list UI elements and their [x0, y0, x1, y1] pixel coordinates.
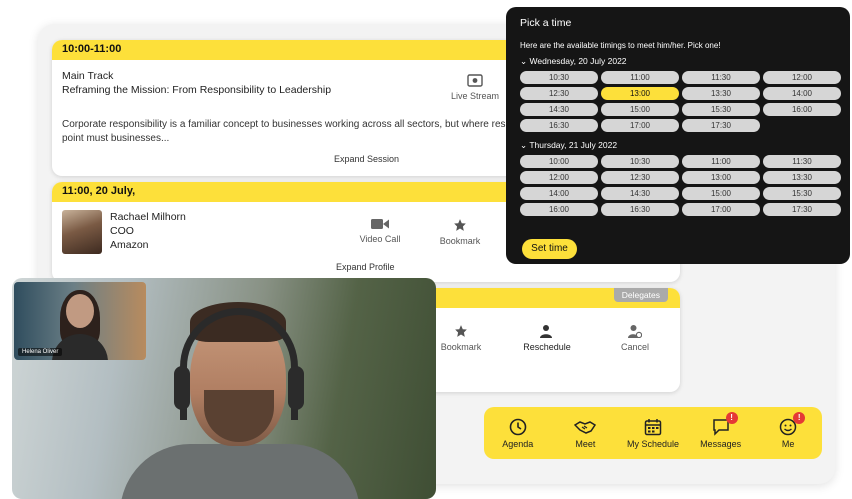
- nav-messages[interactable]: ! Messages: [690, 411, 752, 449]
- nav-me-label: Me: [781, 438, 795, 449]
- screen: 10:00-11:00 Main Track Reframing the Mis…: [0, 0, 852, 499]
- headphone-earcup-left: [174, 366, 190, 410]
- bookmark-button[interactable]: Bookmark: [430, 218, 490, 246]
- star-icon: [454, 219, 466, 231]
- nav-meet[interactable]: Meet: [554, 418, 616, 449]
- chevron-down-icon: ⌄: [520, 140, 528, 150]
- delegate-card[interactable]: Delegates Bookmark Reschedule Cancel: [415, 288, 680, 392]
- calendar-icon: [644, 418, 662, 435]
- avatar: [62, 210, 102, 254]
- day-header-2[interactable]: ⌄ Thursday, 21 July 2022: [520, 140, 836, 151]
- expand-profile-link[interactable]: Expand Profile: [336, 262, 395, 272]
- nav-agenda-label: Agenda: [502, 438, 534, 449]
- session-title: Reframing the Mission: From Responsibili…: [62, 84, 332, 96]
- profile-company: Amazon: [110, 239, 149, 251]
- headphone-earcup-right: [288, 366, 304, 410]
- set-time-button[interactable]: Set time: [522, 239, 577, 259]
- nav-messages-label: Messages: [700, 438, 742, 449]
- messages-notification-badge: !: [725, 411, 738, 424]
- headphones-icon: [180, 308, 298, 420]
- time-slot[interactable]: 13:00: [601, 87, 679, 100]
- pick-time-modal: Pick a time Here are the available timin…: [506, 7, 850, 264]
- delegates-badge: Delegates: [613, 288, 668, 302]
- video-call-label: Video Call: [359, 234, 401, 244]
- profile-role: COO: [110, 225, 134, 237]
- time-slot[interactable]: 12:00: [763, 71, 841, 84]
- day-1-slots: 10:30 11:00 11:30 12:00 12:30 13:00 13:30 14:00…: [520, 71, 841, 132]
- pip-name-tag: Helena Oliver: [18, 348, 63, 356]
- time-slot[interactable]: 10:00: [520, 155, 598, 168]
- day-2-label: Thursday, 21 July 2022: [529, 140, 618, 150]
- time-slot[interactable]: 16:00: [763, 103, 841, 116]
- participant-body: [120, 444, 360, 499]
- time-slot[interactable]: 11:00: [601, 71, 679, 84]
- nav-agenda[interactable]: Agenda: [487, 418, 549, 449]
- time-slot[interactable]: 12:30: [520, 87, 598, 100]
- time-slot[interactable]: 16:00: [520, 203, 598, 216]
- bookmark-label: Bookmark: [439, 236, 481, 246]
- time-slot[interactable]: 13:30: [763, 171, 841, 184]
- time-slot[interactable]: 13:00: [682, 171, 760, 184]
- live-stream-icon: [467, 74, 483, 87]
- me-notification-badge: !: [793, 411, 806, 424]
- cancel-button[interactable]: Cancel: [605, 324, 665, 352]
- time-slot[interactable]: 10:30: [520, 71, 598, 84]
- day-header-1[interactable]: ⌄ Wednesday, 20 July 2022: [520, 56, 836, 67]
- time-slot[interactable]: 15:00: [682, 187, 760, 200]
- time-slot[interactable]: 14:00: [520, 187, 598, 200]
- time-slot[interactable]: 15:00: [601, 103, 679, 116]
- session-track: Main Track: [62, 70, 114, 82]
- video-call-button[interactable]: Video Call: [350, 218, 410, 244]
- time-slot[interactable]: 17:00: [682, 203, 760, 216]
- time-slot[interactable]: 15:30: [682, 103, 760, 116]
- reschedule-button[interactable]: Reschedule: [517, 324, 577, 352]
- time-slot[interactable]: 15:30: [763, 187, 841, 200]
- time-slot[interactable]: 17:30: [682, 119, 760, 132]
- day-2-slots: 10:00 10:30 11:00 11:30 12:00 12:30 13:00 13:30…: [520, 155, 841, 216]
- time-slot[interactable]: 17:00: [601, 119, 679, 132]
- video-call-pip[interactable]: Helena Oliver: [14, 282, 146, 360]
- time-slot[interactable]: 11:30: [682, 71, 760, 84]
- time-slot[interactable]: 17:30: [763, 203, 841, 216]
- day-1-label: Wednesday, 20 July 2022: [529, 56, 627, 66]
- modal-title: Pick a time: [520, 17, 572, 29]
- pip-participant-face: [66, 294, 94, 328]
- time-slot[interactable]: 10:30: [601, 155, 679, 168]
- time-slot[interactable]: 14:30: [520, 103, 598, 116]
- expand-session-link[interactable]: Expand Session: [334, 154, 399, 164]
- person-cancel-icon: [628, 325, 642, 338]
- time-slot[interactable]: 12:30: [601, 171, 679, 184]
- reschedule-label: Reschedule: [523, 342, 571, 352]
- time-slot[interactable]: 12:00: [520, 171, 598, 184]
- chevron-down-icon: ⌄: [520, 56, 528, 66]
- time-slot[interactable]: 14:30: [601, 187, 679, 200]
- star-icon: [455, 325, 467, 337]
- live-stream-button[interactable]: Live Stream: [440, 74, 510, 101]
- time-slot[interactable]: 13:30: [682, 87, 760, 100]
- time-slot[interactable]: 11:30: [763, 155, 841, 168]
- nav-me[interactable]: ! Me: [757, 411, 819, 449]
- time-slot[interactable]: 11:00: [682, 155, 760, 168]
- video-camera-icon: [371, 219, 389, 229]
- clock-icon: [509, 418, 527, 435]
- time-slot[interactable]: 14:00: [763, 87, 841, 100]
- live-stream-label: Live Stream: [450, 91, 500, 101]
- bottom-nav: Agenda Meet My Schedule ! Messages ! Me: [484, 407, 822, 459]
- nav-meet-label: Meet: [575, 438, 596, 449]
- time-slot[interactable]: 16:30: [520, 119, 598, 132]
- modal-subtitle: Here are the available timings to meet h…: [520, 41, 721, 50]
- bookmark-label: Bookmark: [440, 342, 482, 352]
- handshake-icon: [574, 420, 597, 434]
- time-slot[interactable]: 16:30: [601, 203, 679, 216]
- profile-name: Rachael Milhorn: [110, 211, 186, 223]
- cancel-label: Cancel: [620, 342, 649, 352]
- bookmark-button-2[interactable]: Bookmark: [431, 324, 491, 352]
- person-clock-icon: [540, 325, 552, 338]
- nav-my-schedule-label: My Schedule: [626, 438, 679, 449]
- nav-my-schedule[interactable]: My Schedule: [622, 418, 684, 449]
